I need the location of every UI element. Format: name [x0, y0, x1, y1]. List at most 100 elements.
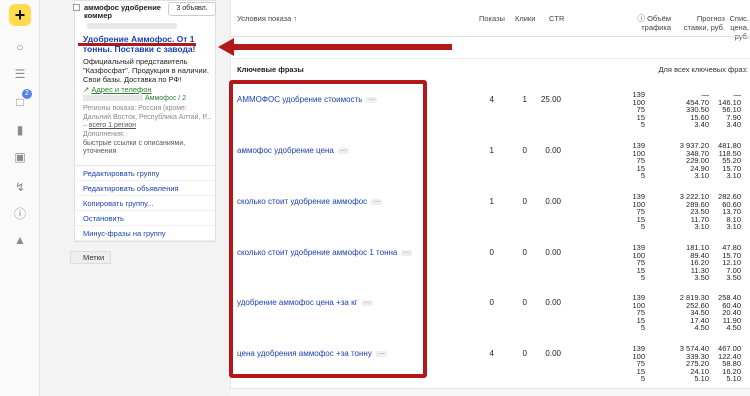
ctr-value: 0.00 [545, 298, 561, 307]
clicks-value: 0 [522, 349, 527, 358]
charge-val: 3.40 [726, 120, 741, 130]
annotation-arrow [232, 44, 452, 50]
group-name[interactable]: аммофос удобрение коммер [84, 4, 179, 20]
clicks-value: 0 [522, 248, 527, 257]
traffic-val: 5 [640, 120, 645, 130]
ad-address-label: Адрес и телефон [91, 85, 152, 94]
forecast-val: 3.50 [694, 273, 709, 283]
group-actions-menu: Редактировать группу Редактировать объяв… [75, 165, 215, 241]
forecast-values: 3 222.10 289.60 23.50 11.70 3.10 [671, 193, 709, 231]
thumbs-up-icon[interactable]: ▲ [13, 233, 27, 247]
traffic-values: 139 100 75 15 5 [615, 142, 645, 180]
traffic-values: 139 100 75 15 5 [615, 91, 645, 129]
clicks-value: 0 [522, 197, 527, 206]
subheader-divider [231, 58, 750, 59]
ad-address-link[interactable]: ↗ Адрес и телефон [83, 85, 152, 94]
charge-val: 5.10 [726, 374, 741, 384]
copy-group-link[interactable]: Копировать группу... [75, 196, 215, 211]
ad-group-card: аммофос удобрение коммер 3 объявл. Удобр… [73, 0, 216, 242]
notification-badge: 2 [22, 89, 32, 99]
shows-value: 0 [489, 248, 494, 257]
addons-info: Дополнения: быстрые ссылки с описаниями,… [83, 131, 215, 157]
left-rail: + ○ ☰ □ 2 ▮ ▣ ↯ ⓘ ▲ [0, 0, 40, 396]
section-all-phrases[interactable]: Для всех ключевых фраз: [658, 65, 748, 74]
shows-value: 1 [489, 146, 494, 155]
wrench-icon[interactable]: ↯ [13, 180, 27, 194]
shows-value: 0 [489, 298, 494, 307]
forecast-val: 4.50 [694, 323, 709, 333]
charge-val: 3.10 [726, 222, 741, 232]
traffic-values: 139 100 75 15 5 [615, 345, 645, 383]
traffic-values: 139 100 75 15 5 [615, 193, 645, 231]
regions-label: Регионы показа: Россия (кроме: Дальний В… [83, 105, 212, 121]
ad-text: Официальный представитель "Казфосфат". П… [83, 57, 209, 84]
col-traffic-label: Объём трафика [641, 14, 671, 32]
traffic-val: 5 [640, 171, 645, 181]
traffic-val: 5 [640, 222, 645, 232]
col-ctr[interactable]: CTR [549, 14, 564, 23]
forecast-val: 3.10 [694, 171, 709, 181]
clicks-value: 0 [522, 298, 527, 307]
annotation-underline [78, 43, 196, 46]
shows-value: 4 [489, 349, 494, 358]
col-shows[interactable]: Показы [479, 14, 505, 23]
ads-count-button[interactable]: 3 объявл. [168, 2, 216, 16]
clicks-value: 0 [522, 146, 527, 155]
col-clicks[interactable]: Клики [515, 14, 535, 23]
charge-values: 258.40 60.40 20.40 11.90 4.50 [711, 294, 741, 332]
labels-button[interactable]: Метки [70, 251, 112, 264]
clicks-value: 1 [522, 95, 527, 104]
traffic-values: 139 100 75 15 5 [615, 294, 645, 332]
forecast-values: 3 937.20 348.70 229.00 24.90 3.10 [671, 142, 709, 180]
forecast-values: 3 574.40 339.30 275.20 24.10 5.10 [671, 345, 709, 383]
traffic-val: 5 [640, 323, 645, 333]
user-icon[interactable]: ○ [13, 40, 27, 54]
chart-icon[interactable]: ▮ [13, 123, 27, 137]
stop-link[interactable]: Остановить [75, 211, 215, 226]
direct-campaign-page: + ○ ☰ □ 2 ▮ ▣ ↯ ⓘ ▲ аммофос удобрение ко… [0, 0, 750, 396]
charge-values: 467.00 122.40 58.80 16.20 5.10 [711, 345, 741, 383]
addons-value: быстрые ссылки с описаниями, уточнения [83, 139, 186, 156]
minus-phrases-link[interactable]: Минус-фразы на группу [75, 226, 215, 241]
ctr-value: 0.00 [545, 349, 561, 358]
header-divider [231, 36, 750, 37]
traffic-values: 139 100 75 15 5 [615, 244, 645, 282]
group-checkbox[interactable] [73, 4, 80, 11]
col-conditions[interactable]: Условия показа ↑ [237, 14, 297, 23]
regions-more-link[interactable]: всего 1 регион [89, 122, 136, 129]
section-title: Ключевые фразы [237, 65, 304, 74]
ctr-value: 25.00 [540, 95, 561, 104]
regions-info: Регионы показа: Россия (кроме: Дальний В… [83, 105, 212, 129]
charge-values: 282.60 60.60 13.70 8.10 3.10 [711, 193, 741, 231]
charge-val: 3.50 [726, 273, 741, 283]
add-button[interactable]: + [9, 4, 31, 26]
addons-label: Дополнения: [83, 131, 125, 138]
ad-display-url: Аммофос / 2 [83, 95, 215, 102]
annotation-keywords-frame [229, 80, 427, 378]
charge-values: 481.80 118.50 55.20 15.70 3.10 [711, 142, 741, 180]
traffic-val: 5 [640, 273, 645, 283]
edit-group-link[interactable]: Редактировать группу [75, 166, 215, 181]
charge-val: 3.10 [726, 171, 741, 181]
info-icon[interactable]: ⓘ [13, 207, 27, 221]
shows-value: 1 [489, 197, 494, 206]
forecast-values: —454.70 330.50 15.60 3.40 [671, 91, 709, 129]
ctr-value: 0.00 [545, 197, 561, 206]
charge-values: 47.80 15.70 12.10 7.00 3.50 [711, 244, 741, 282]
blurred-text [87, 23, 177, 29]
display-url-text: Аммофос / 2 [145, 95, 187, 102]
forecast-val: 5.10 [694, 374, 709, 384]
ctr-value: 0.00 [545, 248, 561, 257]
charge-val: 4.50 [726, 323, 741, 333]
col-traffic[interactable]: ⓘ Объём трафика [619, 14, 672, 32]
traffic-val: 5 [640, 374, 645, 384]
col-forecast[interactable]: Прогноз ставки, руб. [677, 14, 725, 32]
list-icon[interactable]: ☰ [13, 67, 27, 81]
horizontal-scrollbar[interactable] [230, 388, 750, 396]
forecast-values: 181.10 89.40 16.20 11.30 3.50 [671, 244, 709, 282]
charge-values: —146.10 56.10 7.90 3.40 [711, 91, 741, 129]
edit-ads-link[interactable]: Редактировать объявления [75, 181, 215, 196]
forecast-val: 3.10 [694, 222, 709, 232]
forecast-val: 3.40 [694, 120, 709, 130]
briefcase-icon[interactable]: ▣ [13, 150, 27, 164]
